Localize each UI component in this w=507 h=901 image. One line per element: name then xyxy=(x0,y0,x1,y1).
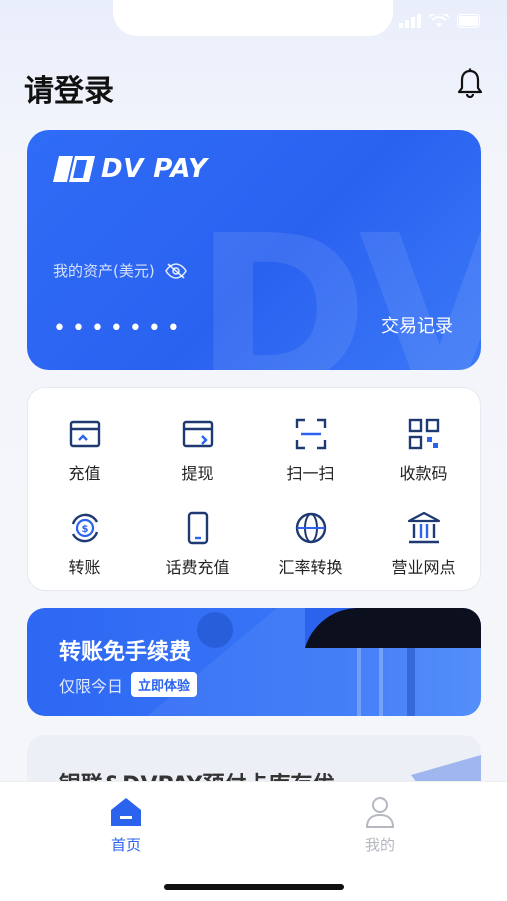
action-branches[interactable]: 营业网点 xyxy=(367,510,480,578)
action-label: 汇率转换 xyxy=(278,558,343,577)
home-icon xyxy=(111,798,141,826)
action-label: 充值 xyxy=(68,464,101,483)
action-qr-code[interactable]: 收款码 xyxy=(367,416,480,484)
action-withdraw[interactable]: 提现 xyxy=(141,416,254,484)
banner-title: 转账免手续费 xyxy=(59,640,192,665)
signal-icon xyxy=(399,14,421,28)
bell-icon[interactable] xyxy=(457,68,483,98)
quick-actions-panel: 充值 提现 扫一扫 收款码 $ 转账 话费充值 汇率转换 营业网点 xyxy=(27,387,481,591)
action-phone-recharge[interactable]: 话费充值 xyxy=(141,510,254,578)
dvpay-logo: DV PAY xyxy=(53,154,207,184)
status-bar xyxy=(399,14,483,28)
banner-subtitle: 仅限今日 立即体验 xyxy=(59,672,198,697)
transfer-icon: $ xyxy=(71,513,98,543)
tab-bar: 首页 我的 xyxy=(0,781,507,901)
recharge-icon xyxy=(69,420,100,448)
try-now-button[interactable]: 立即体验 xyxy=(131,672,198,697)
tab-mine[interactable]: 我的 xyxy=(340,796,420,855)
tab-home[interactable]: 首页 xyxy=(86,796,166,855)
battery-icon xyxy=(457,14,480,28)
eye-off-icon[interactable] xyxy=(164,262,187,279)
masked-balance: ••••••• xyxy=(53,316,186,341)
scan-icon xyxy=(295,418,326,450)
transaction-records-link[interactable]: 交易记录 xyxy=(381,312,453,338)
bank-icon xyxy=(407,511,440,544)
withdraw-icon xyxy=(182,420,213,448)
promo-banner[interactable]: 转账免手续费 仅限今日 立即体验 xyxy=(27,608,481,716)
qr-code-icon xyxy=(408,418,439,450)
brand-name: DV PAY xyxy=(101,154,208,184)
globe-icon xyxy=(295,512,326,544)
action-recharge[interactable]: 充值 xyxy=(28,416,141,484)
action-scan[interactable]: 扫一扫 xyxy=(254,416,367,484)
home-indicator xyxy=(164,884,344,890)
action-transfer[interactable]: $ 转账 xyxy=(28,510,141,578)
action-label: 转账 xyxy=(68,558,101,577)
action-label: 扫一扫 xyxy=(286,464,335,483)
tab-home-label: 首页 xyxy=(110,836,141,854)
dvpay-logo-mark xyxy=(53,156,95,182)
action-label: 提现 xyxy=(181,464,214,483)
wifi-icon xyxy=(429,14,449,27)
page-title: 请登录 xyxy=(24,74,114,109)
user-icon xyxy=(365,797,395,828)
asset-card[interactable]: DV DV PAY 我的资产(美元) ••••••• 交易记录 xyxy=(27,130,481,370)
action-label: 营业网点 xyxy=(391,558,456,577)
action-exchange-rate[interactable]: 汇率转换 xyxy=(254,510,367,578)
action-label: 收款码 xyxy=(399,464,448,483)
card-watermark: DV xyxy=(194,190,481,370)
asset-label: 我的资产(美元) xyxy=(53,260,187,281)
action-label: 话费充值 xyxy=(165,558,230,577)
tab-mine-label: 我的 xyxy=(364,836,395,854)
phone-icon xyxy=(187,511,208,545)
svg-text:$: $ xyxy=(81,524,88,535)
device-notch xyxy=(113,0,393,36)
